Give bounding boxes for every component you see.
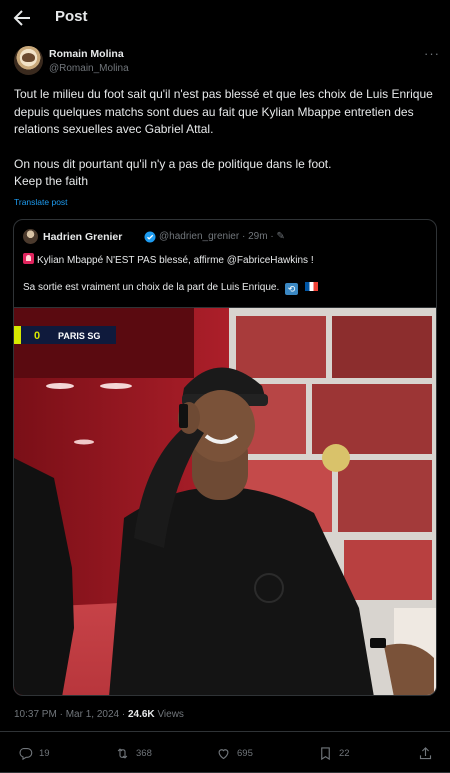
post-date[interactable]: Mar 1, 2024 bbox=[66, 709, 119, 720]
tweet-text-paragraph: Keep the faith bbox=[14, 174, 89, 188]
quoted-avatar[interactable] bbox=[23, 229, 38, 244]
quoted-post[interactable]: Hadrien Grenier @hadrien_grenier · 29m ·… bbox=[13, 219, 437, 696]
author-name[interactable]: Romain Molina bbox=[49, 48, 124, 60]
author-handle[interactable]: @Romain_Molina bbox=[49, 63, 129, 74]
share-button[interactable] bbox=[418, 744, 433, 762]
bookmark-button[interactable]: 22 bbox=[318, 744, 350, 762]
top-bar: Post bbox=[0, 0, 450, 36]
avatar[interactable] bbox=[14, 46, 43, 75]
reply-count: 19 bbox=[39, 747, 50, 759]
quoted-text-body: Sa sortie est vraiment un choix de la pa… bbox=[23, 282, 280, 293]
quoted-handle-text: @hadrien_grenier · 29m · bbox=[159, 231, 274, 242]
post-time[interactable]: 10:37 PM bbox=[14, 709, 57, 720]
quoted-text-headline: Kylian Mbappé N'EST PAS blessé, affirme … bbox=[37, 255, 314, 266]
quoted-text-line: Sa sortie est vraiment un choix de la pa… bbox=[23, 282, 428, 295]
views-count: 24.6K bbox=[127, 709, 155, 720]
translate-post-link[interactable]: Translate post bbox=[14, 197, 68, 207]
repost-count: 368 bbox=[136, 747, 152, 759]
edited-pencil-icon: ✎ bbox=[276, 231, 285, 242]
tweet-author: Romain Molina @Romain_Molina ··· bbox=[14, 44, 440, 84]
siren-emoji-icon bbox=[23, 253, 34, 264]
post-meta: 10:37 PM · Mar 1, 2024 · 24.6K Views bbox=[14, 709, 184, 720]
share-icon bbox=[419, 746, 432, 759]
quoted-media-image[interactable]: 0 PARIS SG bbox=[14, 307, 436, 695]
like-count: 695 bbox=[237, 747, 253, 759]
bookmark-count: 22 bbox=[339, 747, 350, 759]
like-button[interactable]: 695 bbox=[216, 744, 253, 762]
page-title: Post bbox=[55, 8, 88, 25]
quoted-author-handle: @hadrien_grenier · 29m · ✎ bbox=[159, 231, 285, 242]
quoted-text-line: Kylian Mbappé N'EST PAS blessé, affirme … bbox=[23, 252, 428, 266]
tweet-text-paragraph: On nous dit pourtant qu'il n'y a pas de … bbox=[14, 156, 332, 171]
more-options-icon[interactable]: ··· bbox=[424, 46, 440, 61]
quoted-author-name[interactable]: Hadrien Grenier bbox=[43, 231, 122, 243]
bookmark-icon bbox=[321, 746, 330, 760]
repeat-emoji-icon: ⟲ bbox=[285, 283, 299, 295]
repost-icon bbox=[117, 747, 128, 759]
score-value: 0 bbox=[34, 330, 40, 342]
media-scene: 0 PARIS SG bbox=[14, 308, 436, 695]
repost-button[interactable]: 368 bbox=[115, 744, 152, 762]
france-flag-icon bbox=[304, 282, 318, 291]
views-label: Views bbox=[157, 709, 184, 720]
action-bar: 19 368 695 22 bbox=[0, 740, 450, 766]
reply-icon bbox=[19, 747, 33, 760]
divider bbox=[0, 731, 450, 732]
heart-icon bbox=[218, 748, 229, 759]
verified-badge-icon bbox=[144, 231, 156, 243]
tweet-text-paragraph: Tout le milieu du foot sait qu'il n'est … bbox=[14, 87, 433, 136]
quoted-post-header: Hadrien Grenier @hadrien_grenier · 29m ·… bbox=[23, 229, 428, 245]
back-arrow-icon[interactable] bbox=[10, 6, 34, 30]
team-name: PARIS SG bbox=[58, 331, 100, 341]
tweet-text: Tout le milieu du foot sait qu'il n'est … bbox=[14, 86, 434, 191]
reply-button[interactable]: 19 bbox=[18, 744, 50, 762]
